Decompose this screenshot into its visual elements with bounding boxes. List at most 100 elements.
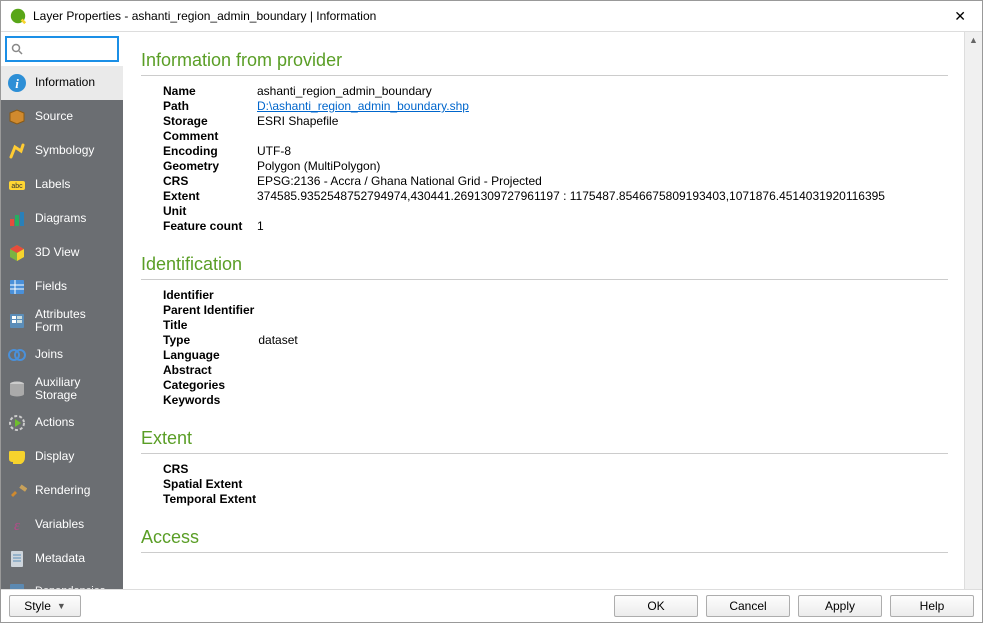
- row-key: Path: [163, 99, 257, 114]
- joins-icon: [7, 345, 27, 365]
- dialog-body: i Information Source Symbology abc Label…: [1, 32, 982, 589]
- row-key: CRS: [163, 462, 260, 477]
- row-key: Spatial Extent: [163, 477, 260, 492]
- row-value: dataset: [258, 333, 297, 348]
- actions-icon: [7, 413, 27, 433]
- svg-text:abc: abc: [11, 183, 23, 190]
- sidebar-item-label: Fields: [35, 280, 67, 293]
- info-icon: i: [7, 73, 27, 93]
- dependencies-icon: [7, 581, 27, 589]
- row-value: D:\ashanti_region_admin_boundary.shp: [257, 99, 885, 114]
- style-button[interactable]: Style ▼: [9, 595, 81, 617]
- display-icon: [7, 447, 27, 467]
- row-key: Keywords: [163, 393, 258, 408]
- sidebar-item-symbology[interactable]: Symbology: [1, 134, 123, 168]
- svg-text:ε: ε: [14, 518, 20, 534]
- extent-table: CRS Spatial Extent Temporal Extent: [163, 462, 260, 507]
- section-title-extent: Extent: [141, 428, 948, 449]
- row-key: Comment: [163, 129, 257, 144]
- sidebar-item-dependencies[interactable]: Dependencies: [1, 576, 123, 589]
- dialog-footer: Style ▼ OK Cancel Apply Help: [1, 589, 982, 622]
- sidebar-item-label: Display: [35, 450, 74, 463]
- sidebar-item-label: Metadata: [35, 552, 85, 565]
- info-pane: Information from provider Nameashanti_re…: [123, 32, 964, 589]
- rendering-icon: [7, 481, 27, 501]
- sidebar-item-label: Variables: [35, 518, 84, 531]
- window-title: Layer Properties - ashanti_region_admin_…: [33, 9, 946, 23]
- row-key: Identifier: [163, 288, 258, 303]
- metadata-icon: [7, 549, 27, 569]
- sidebar-item-rendering[interactable]: Rendering: [1, 474, 123, 508]
- search-icon: [11, 43, 23, 55]
- labels-icon: abc: [7, 175, 27, 195]
- divider: [141, 75, 948, 76]
- section-title-access: Access: [141, 527, 948, 548]
- row-key: Storage: [163, 114, 257, 129]
- sidebar-item-label: Dependencies: [35, 585, 105, 589]
- row-value: [258, 393, 297, 408]
- sidebar-item-joins[interactable]: Joins: [1, 338, 123, 372]
- row-key: Abstract: [163, 363, 258, 378]
- divider: [141, 453, 948, 454]
- titlebar: Layer Properties - ashanti_region_admin_…: [1, 1, 982, 32]
- sidebar-item-display[interactable]: Display: [1, 440, 123, 474]
- row-key: Geometry: [163, 159, 257, 174]
- sidebar-item-label: Source: [35, 110, 73, 123]
- sidebar-item-attributes-form[interactable]: Attributes Form: [1, 304, 123, 338]
- row-value: ESRI Shapefile: [257, 114, 885, 129]
- identification-table: Identifier Parent Identifier Title Typed…: [163, 288, 298, 408]
- sidebar-item-diagrams[interactable]: Diagrams: [1, 202, 123, 236]
- close-icon[interactable]: ✕: [946, 4, 974, 29]
- sidebar-item-label: Labels: [35, 178, 70, 191]
- sidebar-item-label: Symbology: [35, 144, 94, 157]
- sidebar-item-auxiliary-storage[interactable]: Auxiliary Storage: [1, 372, 123, 406]
- apply-button[interactable]: Apply: [798, 595, 882, 617]
- row-value: 1: [257, 219, 885, 234]
- cancel-button[interactable]: Cancel: [706, 595, 790, 617]
- sidebar-item-information[interactable]: i Information: [1, 66, 123, 100]
- row-key: Parent Identifier: [163, 303, 258, 318]
- symbology-icon: [7, 141, 27, 161]
- sidebar-item-fields[interactable]: Fields: [1, 270, 123, 304]
- row-value: [258, 303, 297, 318]
- scroll-up-icon[interactable]: ▲: [965, 32, 982, 49]
- sidebar-item-variables[interactable]: ε Variables: [1, 508, 123, 542]
- sidebar: i Information Source Symbology abc Label…: [1, 66, 123, 589]
- row-key: Temporal Extent: [163, 492, 260, 507]
- cube-icon: [7, 243, 27, 263]
- row-key: Language: [163, 348, 258, 363]
- sidebar-item-label: Diagrams: [35, 212, 86, 225]
- row-key: CRS: [163, 174, 257, 189]
- search-box[interactable]: [5, 36, 119, 62]
- sidebar-item-label: Information: [35, 76, 95, 89]
- fields-icon: [7, 277, 27, 297]
- row-value: [258, 363, 297, 378]
- row-key: Name: [163, 84, 257, 99]
- sidebar-item-3dview[interactable]: 3D View: [1, 236, 123, 270]
- row-key: Encoding: [163, 144, 257, 159]
- sidebar-item-label: Joins: [35, 348, 63, 361]
- ok-button[interactable]: OK: [614, 595, 698, 617]
- sidebar-item-metadata[interactable]: Metadata: [1, 542, 123, 576]
- help-button[interactable]: Help: [890, 595, 974, 617]
- content-area: Information from provider Nameashanti_re…: [123, 32, 982, 589]
- storage-icon: [7, 379, 27, 399]
- row-value: [258, 348, 297, 363]
- row-key: Title: [163, 318, 258, 333]
- sidebar-item-source[interactable]: Source: [1, 100, 123, 134]
- divider: [141, 279, 948, 280]
- row-key: Unit: [163, 204, 257, 219]
- sidebar-item-actions[interactable]: Actions: [1, 406, 123, 440]
- svg-text:i: i: [15, 76, 19, 91]
- vertical-scrollbar[interactable]: ▲: [964, 32, 982, 589]
- row-value: Polygon (MultiPolygon): [257, 159, 885, 174]
- sidebar-item-label: Auxiliary Storage: [35, 376, 117, 402]
- sidebar-item-labels[interactable]: abc Labels: [1, 168, 123, 202]
- row-key: Categories: [163, 378, 258, 393]
- path-link[interactable]: D:\ashanti_region_admin_boundary.shp: [257, 99, 469, 113]
- row-value: [258, 288, 297, 303]
- row-value: [258, 318, 297, 333]
- dialog-window: Layer Properties - ashanti_region_admin_…: [0, 0, 983, 623]
- row-value: 374585.9352548752794974,430441.269130972…: [257, 189, 885, 204]
- qgis-icon: [9, 7, 27, 25]
